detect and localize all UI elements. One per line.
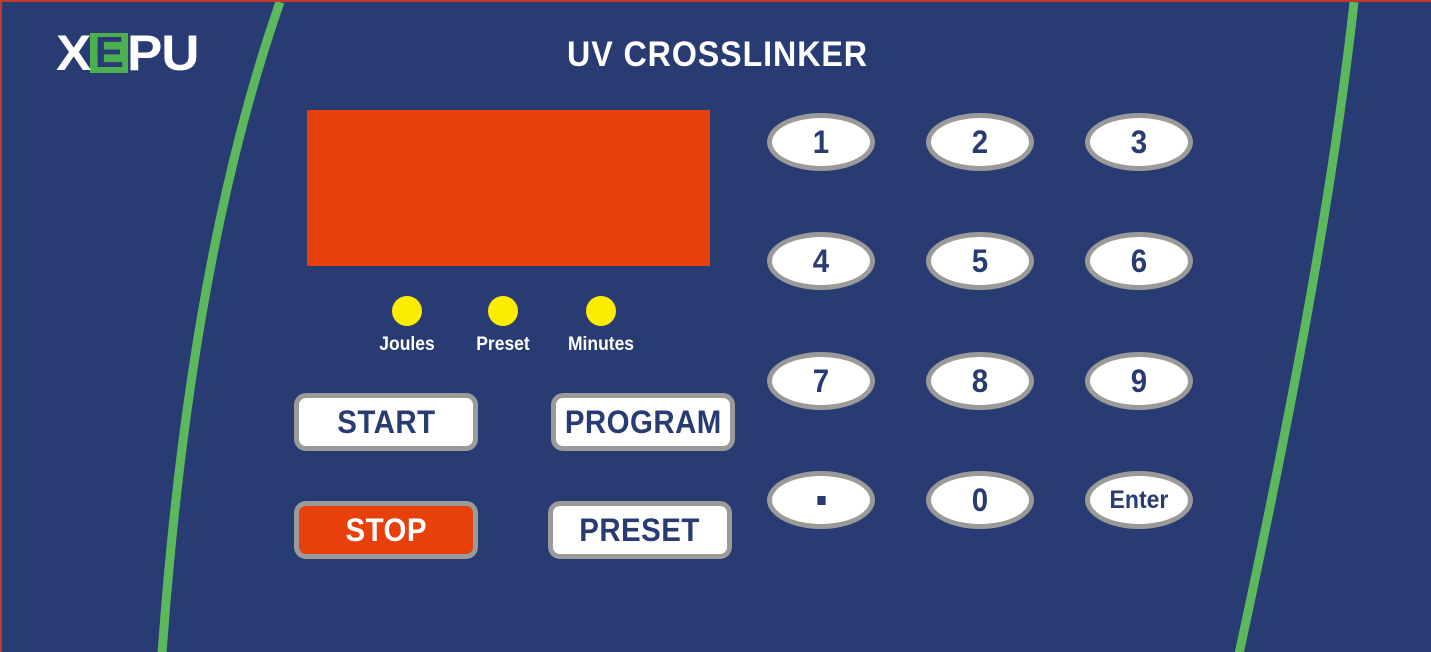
- keypad-key-label: 8: [971, 362, 989, 399]
- keypad-key-label: 1: [812, 123, 830, 160]
- led-indicator-icon: [392, 296, 422, 326]
- led-indicator-icon: [586, 296, 616, 326]
- program-button[interactable]: PROGRAM: [551, 393, 735, 451]
- indicator-minutes: Minutes: [551, 296, 651, 356]
- preset-button-label: PRESET: [579, 511, 701, 548]
- keypad-key-6[interactable]: 6: [1085, 232, 1193, 290]
- keypad-key-8[interactable]: 8: [926, 352, 1034, 410]
- keypad-key-2[interactable]: 2: [926, 113, 1034, 171]
- keypad-key-label: 4: [812, 242, 830, 279]
- keypad-key-0[interactable]: 0: [926, 471, 1034, 529]
- indicator-label: Preset: [476, 334, 530, 355]
- keypad-key-decimal[interactable]: .: [767, 471, 875, 529]
- page-title: UV CROSSLINKER: [567, 35, 868, 74]
- indicator-joules: Joules: [357, 296, 457, 356]
- keypad-key-label: 7: [812, 362, 830, 399]
- keypad-key-4[interactable]: 4: [767, 232, 875, 290]
- uv-crosslinker-control-panel: X E PU UV CROSSLINKER Joules Preset Minu…: [0, 0, 1431, 652]
- keypad-key-label: 9: [1130, 362, 1148, 399]
- keypad-key-1[interactable]: 1: [767, 113, 875, 171]
- keypad-key-label: Enter: [1109, 485, 1169, 514]
- preset-button[interactable]: PRESET: [548, 501, 732, 559]
- keypad-key-7[interactable]: 7: [767, 352, 875, 410]
- numeric-keypad: 1 2 3 4 5 6 7 8 9 . 0 Enter: [767, 112, 1217, 552]
- keypad-key-label: .: [816, 495, 826, 505]
- keypad-key-9[interactable]: 9: [1085, 352, 1193, 410]
- keypad-key-enter[interactable]: Enter: [1085, 471, 1193, 529]
- indicator-row: Joules Preset Minutes: [362, 296, 652, 371]
- stop-button-label: STOP: [345, 511, 427, 548]
- keypad-key-3[interactable]: 3: [1085, 113, 1193, 171]
- start-button-label: START: [336, 403, 436, 440]
- display-panel: [307, 110, 710, 266]
- keypad-key-label: 6: [1130, 242, 1148, 279]
- keypad-key-5[interactable]: 5: [926, 232, 1034, 290]
- indicator-label: Joules: [379, 334, 435, 355]
- stop-button[interactable]: STOP: [294, 501, 478, 559]
- indicator-label: Minutes: [567, 334, 635, 355]
- keypad-key-label: 3: [1130, 123, 1148, 160]
- keypad-key-label: 0: [971, 481, 989, 518]
- program-button-label: PROGRAM: [564, 403, 722, 440]
- led-indicator-icon: [488, 296, 518, 326]
- indicator-preset: Preset: [453, 296, 553, 356]
- keypad-key-label: 2: [971, 123, 989, 160]
- keypad-key-label: 5: [971, 242, 989, 279]
- start-button[interactable]: START: [294, 393, 478, 451]
